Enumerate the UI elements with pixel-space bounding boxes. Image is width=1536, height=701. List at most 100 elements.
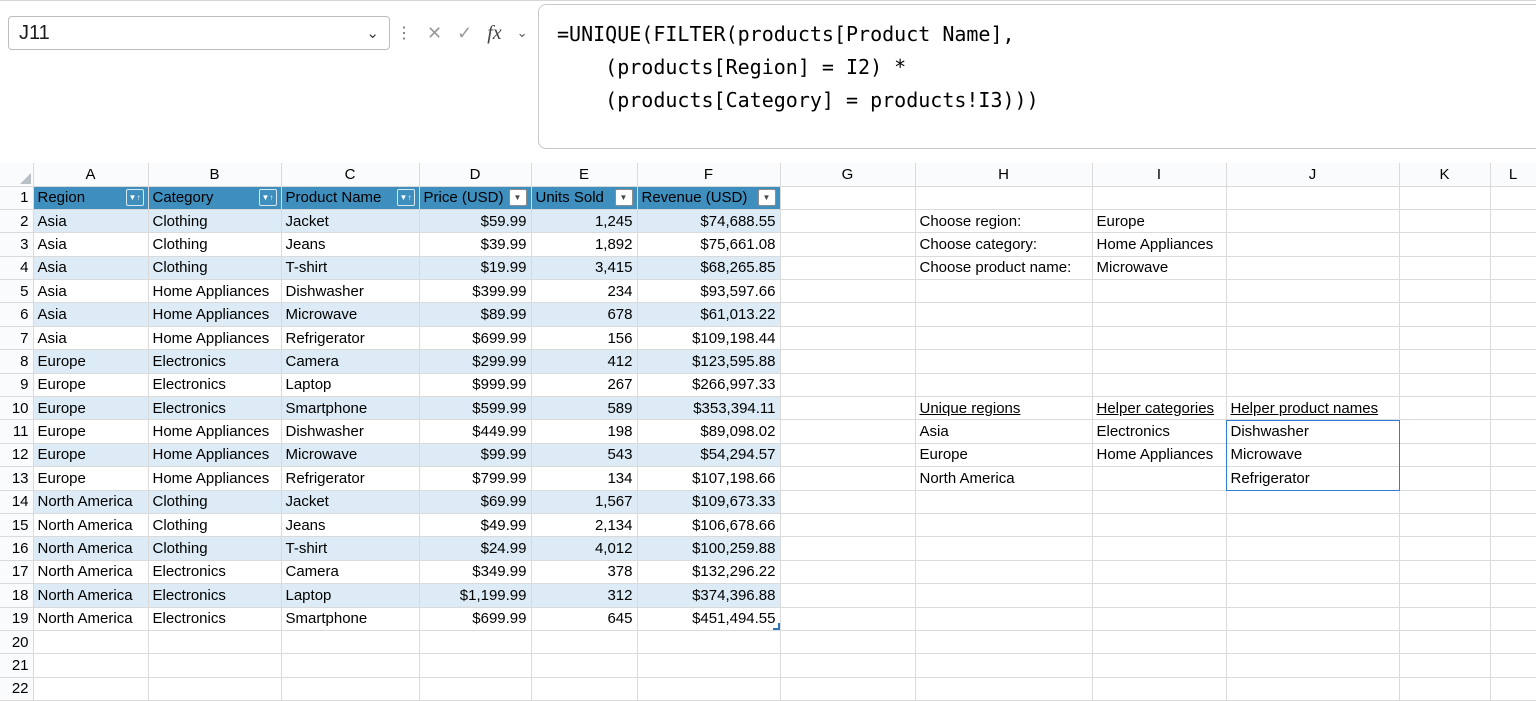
- cell-H8[interactable]: [915, 350, 1092, 373]
- cell-B5[interactable]: Home Appliances: [148, 280, 281, 303]
- column-header-G[interactable]: G: [780, 163, 915, 186]
- cell-F20[interactable]: [637, 630, 780, 653]
- cell-I19[interactable]: [1092, 607, 1226, 630]
- table-header-cell-D1[interactable]: Price (USD)▼: [419, 186, 531, 209]
- cell-G13[interactable]: [780, 467, 915, 490]
- cell-L16[interactable]: [1490, 537, 1536, 560]
- cell-K22[interactable]: [1399, 677, 1490, 700]
- cell-J11[interactable]: Dishwasher: [1226, 420, 1399, 443]
- cell-G21[interactable]: [780, 654, 915, 677]
- column-header-A[interactable]: A: [33, 163, 148, 186]
- cell-A3[interactable]: Asia: [33, 233, 148, 256]
- cell-J4[interactable]: [1226, 256, 1399, 279]
- cell-I11[interactable]: Electronics: [1092, 420, 1226, 443]
- cell-C19[interactable]: Smartphone: [281, 607, 419, 630]
- cell-E2[interactable]: 1,245: [531, 209, 637, 232]
- cell-A14[interactable]: North America: [33, 490, 148, 513]
- cell-L5[interactable]: [1490, 280, 1536, 303]
- cell-C17[interactable]: Camera: [281, 560, 419, 583]
- cell-D4[interactable]: $19.99: [419, 256, 531, 279]
- cell-I21[interactable]: [1092, 654, 1226, 677]
- cell-K6[interactable]: [1399, 303, 1490, 326]
- cell-J14[interactable]: [1226, 490, 1399, 513]
- cell-H11[interactable]: Asia: [915, 420, 1092, 443]
- cell-H20[interactable]: [915, 630, 1092, 653]
- cell-K16[interactable]: [1399, 537, 1490, 560]
- formula-input[interactable]: =UNIQUE(FILTER(products[Product Name], (…: [538, 4, 1536, 149]
- cell-F5[interactable]: $93,597.66: [637, 280, 780, 303]
- cell-I1[interactable]: [1092, 186, 1226, 209]
- cell-F13[interactable]: $107,198.66: [637, 467, 780, 490]
- cell-I20[interactable]: [1092, 630, 1226, 653]
- cell-D8[interactable]: $299.99: [419, 350, 531, 373]
- cell-F21[interactable]: [637, 654, 780, 677]
- row-header-13[interactable]: 13: [0, 467, 33, 490]
- cell-D2[interactable]: $59.99: [419, 209, 531, 232]
- cell-K17[interactable]: [1399, 560, 1490, 583]
- column-header-J[interactable]: J: [1226, 163, 1399, 186]
- cell-B6[interactable]: Home Appliances: [148, 303, 281, 326]
- cell-E22[interactable]: [531, 677, 637, 700]
- cell-F15[interactable]: $106,678.66: [637, 513, 780, 536]
- cell-H6[interactable]: [915, 303, 1092, 326]
- cell-A19[interactable]: North America: [33, 607, 148, 630]
- cell-A18[interactable]: North America: [33, 584, 148, 607]
- cell-G18[interactable]: [780, 584, 915, 607]
- cell-C8[interactable]: Camera: [281, 350, 419, 373]
- cell-J17[interactable]: [1226, 560, 1399, 583]
- cell-L17[interactable]: [1490, 560, 1536, 583]
- cell-F14[interactable]: $109,673.33: [637, 490, 780, 513]
- cell-I8[interactable]: [1092, 350, 1226, 373]
- cell-G9[interactable]: [780, 373, 915, 396]
- cell-A13[interactable]: Europe: [33, 467, 148, 490]
- cell-I2[interactable]: Europe: [1092, 209, 1226, 232]
- cell-B18[interactable]: Electronics: [148, 584, 281, 607]
- cell-J12[interactable]: Microwave: [1226, 443, 1399, 466]
- cell-G6[interactable]: [780, 303, 915, 326]
- filter-button[interactable]: ▼↑: [259, 189, 277, 206]
- cell-K14[interactable]: [1399, 490, 1490, 513]
- filter-button[interactable]: ▼: [758, 189, 776, 206]
- cancel-icon[interactable]: ✕: [427, 23, 442, 44]
- cell-J10[interactable]: Helper product names: [1226, 397, 1399, 420]
- cell-C15[interactable]: Jeans: [281, 513, 419, 536]
- cell-C18[interactable]: Laptop: [281, 584, 419, 607]
- row-header-11[interactable]: 11: [0, 420, 33, 443]
- cell-D21[interactable]: [419, 654, 531, 677]
- cell-A21[interactable]: [33, 654, 148, 677]
- cell-D6[interactable]: $89.99: [419, 303, 531, 326]
- filter-button[interactable]: ▼: [509, 189, 527, 206]
- cell-F17[interactable]: $132,296.22: [637, 560, 780, 583]
- cell-C6[interactable]: Microwave: [281, 303, 419, 326]
- cell-L14[interactable]: [1490, 490, 1536, 513]
- cell-K10[interactable]: [1399, 397, 1490, 420]
- cell-B4[interactable]: Clothing: [148, 256, 281, 279]
- cell-F16[interactable]: $100,259.88: [637, 537, 780, 560]
- cell-B9[interactable]: Electronics: [148, 373, 281, 396]
- cell-H1[interactable]: [915, 186, 1092, 209]
- cell-D16[interactable]: $24.99: [419, 537, 531, 560]
- cell-K2[interactable]: [1399, 209, 1490, 232]
- cell-B20[interactable]: [148, 630, 281, 653]
- cell-H5[interactable]: [915, 280, 1092, 303]
- cell-L9[interactable]: [1490, 373, 1536, 396]
- cell-I13[interactable]: [1092, 467, 1226, 490]
- cell-G3[interactable]: [780, 233, 915, 256]
- cell-K19[interactable]: [1399, 607, 1490, 630]
- cell-H13[interactable]: North America: [915, 467, 1092, 490]
- cell-B12[interactable]: Home Appliances: [148, 443, 281, 466]
- cell-F22[interactable]: [637, 677, 780, 700]
- cell-K5[interactable]: [1399, 280, 1490, 303]
- cell-D15[interactable]: $49.99: [419, 513, 531, 536]
- cell-B13[interactable]: Home Appliances: [148, 467, 281, 490]
- cell-K1[interactable]: [1399, 186, 1490, 209]
- cell-E17[interactable]: 378: [531, 560, 637, 583]
- row-header-5[interactable]: 5: [0, 280, 33, 303]
- cell-I6[interactable]: [1092, 303, 1226, 326]
- cell-B15[interactable]: Clothing: [148, 513, 281, 536]
- cell-G20[interactable]: [780, 630, 915, 653]
- cell-C3[interactable]: Jeans: [281, 233, 419, 256]
- cell-L19[interactable]: [1490, 607, 1536, 630]
- cell-C9[interactable]: Laptop: [281, 373, 419, 396]
- cell-D3[interactable]: $39.99: [419, 233, 531, 256]
